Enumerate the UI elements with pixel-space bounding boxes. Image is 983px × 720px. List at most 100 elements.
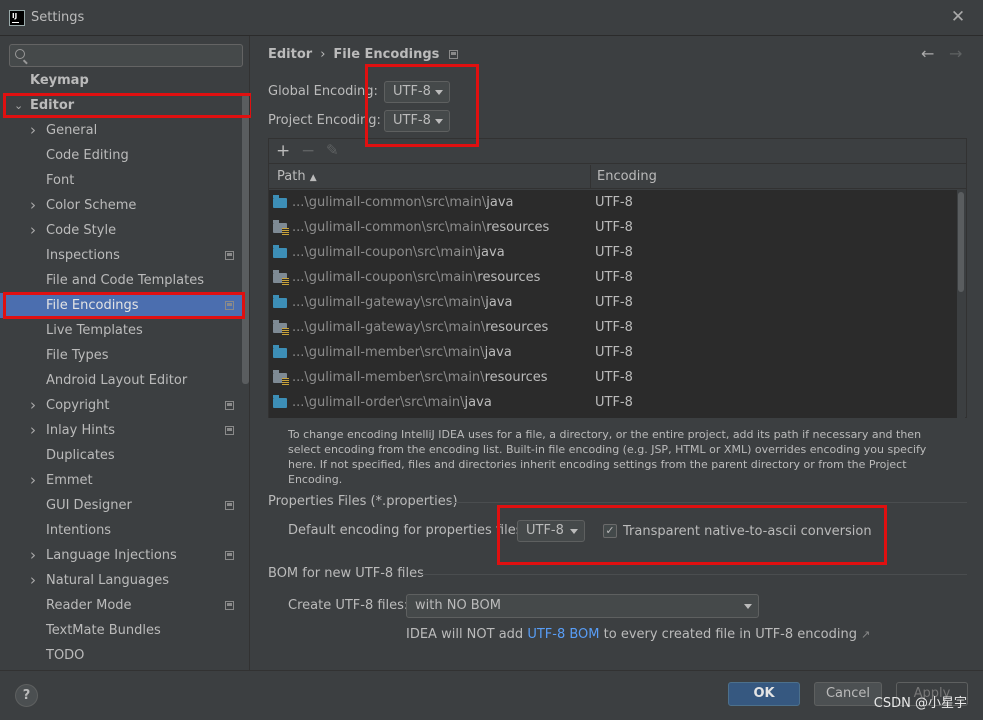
sidebar-item-file-types[interactable]: File Types (0, 343, 242, 368)
path-leaf: java (486, 195, 514, 210)
native-ascii-checkbox[interactable]: ✓ (603, 524, 617, 538)
column-header-path[interactable]: Path ▲ (277, 165, 317, 189)
encoding-cell[interactable]: UTF-8 (595, 190, 633, 215)
chevron-down-icon[interactable]: ⌄ (14, 93, 23, 118)
project-encoding-select[interactable]: UTF-8 (384, 110, 450, 132)
sidebar-item-color-scheme[interactable]: › Color Scheme (0, 193, 242, 218)
chevron-right-icon[interactable]: › (30, 218, 36, 243)
encoding-cell[interactable]: UTF-8 (595, 390, 633, 415)
encoding-cell[interactable]: UTF-8 (595, 365, 633, 390)
table-row[interactable]: ...\gulimall-member\src\main\java UTF-8 (269, 340, 957, 365)
cancel-button[interactable]: Cancel (814, 682, 882, 706)
sidebar-item-gui-designer[interactable]: GUI Designer (0, 493, 242, 518)
encoding-cell[interactable]: UTF-8 (595, 240, 633, 265)
remove-icon[interactable]: − (301, 141, 315, 161)
intellij-app-icon: IJ (9, 10, 25, 26)
sidebar-item-emmet[interactable]: › Emmet (0, 468, 242, 493)
source-folder-icon (273, 345, 287, 358)
encoding-cell[interactable]: UTF-8 (595, 215, 633, 240)
sidebar-item-intentions[interactable]: Intentions (0, 518, 242, 543)
close-icon[interactable]: ✕ (947, 6, 969, 28)
dropdown-arrow-icon (435, 90, 443, 95)
source-folder-icon (273, 295, 287, 308)
encoding-cell[interactable]: UTF-8 (595, 340, 633, 365)
encoding-cell[interactable]: UTF-8 (595, 290, 633, 315)
table-row[interactable]: ...\gulimall-common\src\main\resources UT… (269, 215, 957, 240)
table-row[interactable]: ...\gulimall-coupon\src\main\java UTF-8 (269, 240, 957, 265)
sidebar-item-todo[interactable]: TODO (0, 643, 242, 668)
edit-icon[interactable]: ✎ (326, 141, 339, 159)
column-divider[interactable] (590, 165, 591, 189)
properties-default-label: Default encoding for properties files: (288, 523, 527, 538)
column-header-encoding[interactable]: Encoding (597, 165, 657, 189)
sidebar-item-natural-languages[interactable]: › Natural Languages (0, 568, 242, 593)
path-prefix: ...\gulimall-member\src\main\ (292, 345, 485, 360)
project-scope-icon (225, 301, 234, 310)
table-row[interactable]: ...\gulimall-gateway\src\main\resources U… (269, 315, 957, 340)
sidebar-item-inlay-hints[interactable]: › Inlay Hints (0, 418, 242, 443)
breadcrumb-current: File Encodings (333, 47, 440, 62)
forward-arrow-icon[interactable]: → (949, 44, 962, 63)
table-row[interactable]: ...\gulimall-common\src\main\java UTF-8 (269, 190, 957, 215)
table-row[interactable]: ...\gulimall-coupon\src\main\resources UT… (269, 265, 957, 290)
ok-button[interactable]: OK (728, 682, 800, 706)
help-icon[interactable]: ? (15, 684, 38, 707)
breadcrumb-parent[interactable]: Editor (268, 47, 312, 62)
sidebar-item-code-editing[interactable]: Code Editing (0, 143, 242, 168)
global-encoding-select[interactable]: UTF-8 (384, 81, 450, 103)
chevron-right-icon[interactable]: › (30, 468, 36, 493)
settings-content: Editor › File Encodings ← → Global Encodin… (251, 36, 983, 670)
project-scope-icon (225, 401, 234, 410)
back-arrow-icon[interactable]: ← (921, 44, 934, 63)
project-scope-icon (225, 501, 234, 510)
sidebar-item-label: General (46, 123, 98, 138)
sidebar-item-label: Code Style (46, 223, 117, 238)
sidebar-item-inspections[interactable]: Inspections (0, 243, 242, 268)
sidebar-item-language-injections[interactable]: › Language Injections (0, 543, 242, 568)
sidebar-item-editor[interactable]: ⌄ Editor (0, 93, 242, 118)
sidebar-item-android-layout-editor[interactable]: Android Layout Editor (0, 368, 242, 393)
dropdown-arrow-icon (744, 604, 752, 609)
sidebar-item-live-templates[interactable]: Live Templates (0, 318, 242, 343)
chevron-right-icon[interactable]: › (30, 568, 36, 593)
sidebar-item-duplicates[interactable]: Duplicates (0, 443, 242, 468)
search-input[interactable] (9, 44, 243, 67)
sidebar-item-general[interactable]: › General (0, 118, 242, 143)
native-ascii-label[interactable]: Transparent native-to-ascii conversion (623, 524, 872, 539)
utf8-bom-link[interactable]: UTF-8 BOM (527, 627, 599, 642)
table-scrollbar[interactable] (957, 190, 965, 418)
sidebar-item-label: Intentions (46, 523, 112, 538)
dropdown-arrow-icon (435, 119, 443, 124)
sidebar-item-file-encodings[interactable]: File Encodings (0, 293, 242, 318)
chevron-right-icon[interactable]: › (30, 543, 36, 568)
source-folder-icon (273, 245, 287, 258)
sidebar-item-reader-mode[interactable]: Reader Mode (0, 593, 242, 618)
sidebar-item-label: File Encodings (46, 298, 139, 313)
bom-create-select[interactable]: with NO BOM (406, 594, 759, 618)
external-link-icon[interactable]: ↗ (861, 628, 870, 641)
bom-create-label: Create UTF-8 files: (288, 598, 409, 613)
table-row[interactable]: ...\gulimall-member\src\main\resources UT… (269, 365, 957, 390)
resource-folder-icon (273, 270, 289, 285)
sidebar-item-code-style[interactable]: › Code Style (0, 218, 242, 243)
properties-encoding-select[interactable]: UTF-8 (517, 520, 585, 542)
table-row[interactable]: ...\gulimall-order\src\main\java UTF-8 (269, 390, 957, 415)
sidebar-scrollbar[interactable] (242, 94, 249, 384)
encoding-cell[interactable]: UTF-8 (595, 265, 633, 290)
sidebar-item-copyright[interactable]: › Copyright (0, 393, 242, 418)
chevron-right-icon[interactable]: › (30, 393, 36, 418)
bom-note: IDEA will NOT add UTF-8 BOM to every cre… (406, 627, 871, 642)
sidebar-item-file-and-code-templates[interactable]: File and Code Templates (0, 268, 242, 293)
add-icon[interactable]: + (276, 141, 290, 161)
encoding-cell[interactable]: UTF-8 (595, 315, 633, 340)
chevron-right-icon[interactable]: › (30, 118, 36, 143)
sidebar-item-keymap[interactable]: Keymap (0, 68, 242, 93)
sidebar-item-textmate-bundles[interactable]: TextMate Bundles (0, 618, 242, 643)
sidebar-item-label: Keymap (30, 73, 89, 88)
chevron-right-icon[interactable]: › (30, 193, 36, 218)
sidebar-item-label: Color Scheme (46, 198, 137, 213)
sidebar-item-font[interactable]: Font (0, 168, 242, 193)
table-row[interactable]: ...\gulimall-gateway\src\main\java UTF-8 (269, 290, 957, 315)
sidebar-item-label: Inlay Hints (46, 423, 115, 438)
chevron-right-icon[interactable]: › (30, 418, 36, 443)
